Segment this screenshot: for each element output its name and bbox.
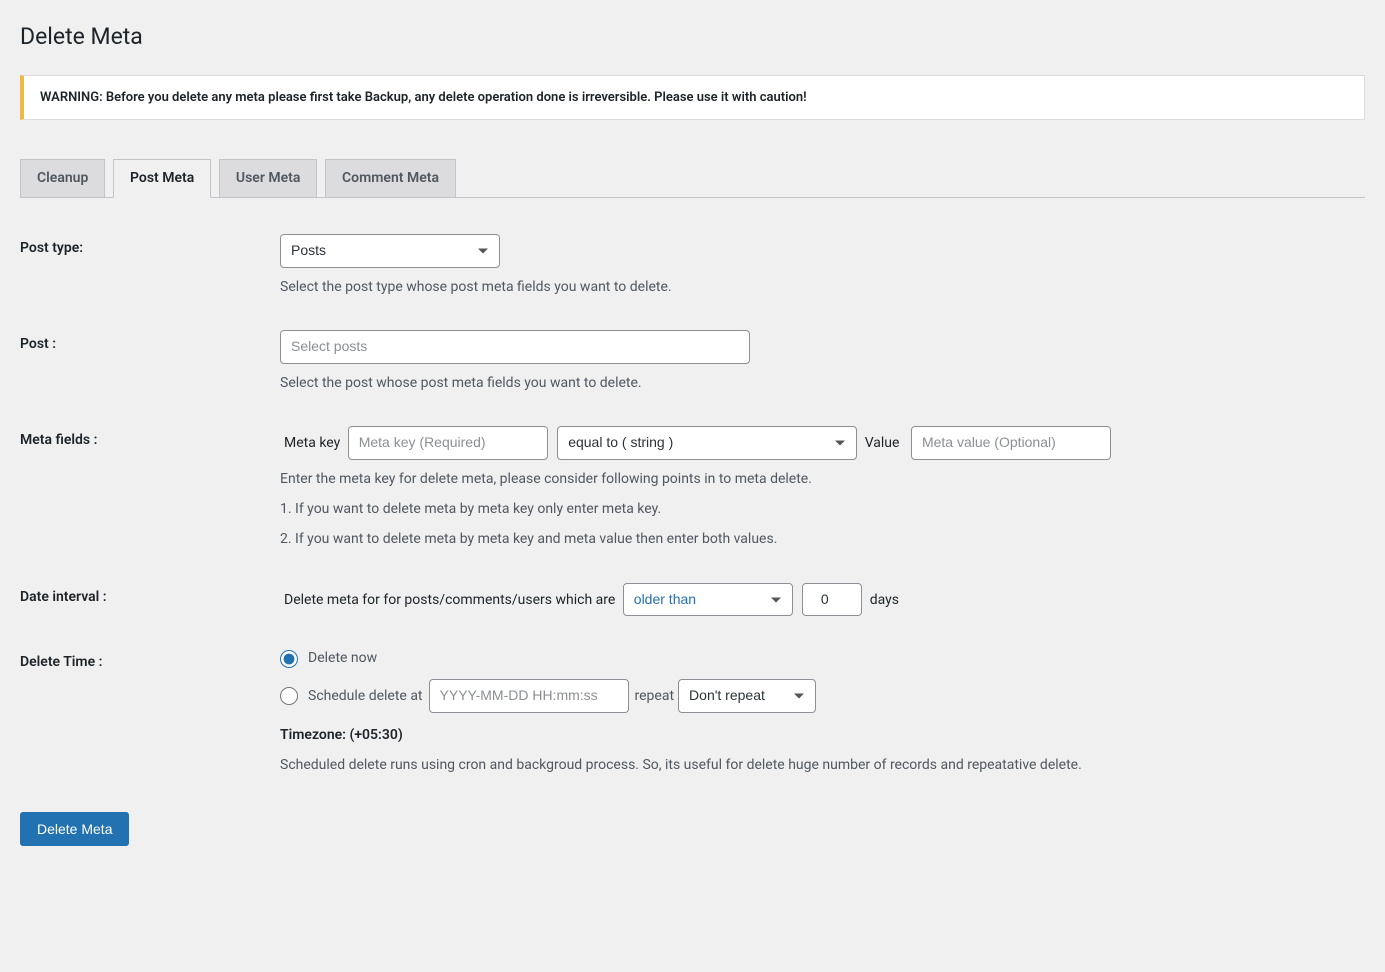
tab-post-meta[interactable]: Post Meta <box>113 159 211 198</box>
meta-fields-label: Meta fields : <box>20 410 270 567</box>
warning-text: WARNING: Before you delete any meta plea… <box>40 88 1348 108</box>
meta-fields-desc2: 1. If you want to delete meta by meta ke… <box>280 498 1355 520</box>
post-type-label: Post type: <box>20 218 270 314</box>
schedule-delete-radio[interactable] <box>280 687 298 705</box>
date-interval-label: Date interval : <box>20 567 270 633</box>
meta-fields-desc1: Enter the meta key for delete meta, plea… <box>280 468 1355 490</box>
repeat-select[interactable]: Don't repeat <box>678 679 816 713</box>
date-interval-select[interactable]: older than <box>623 583 793 617</box>
meta-key-label: Meta key <box>284 435 340 451</box>
meta-operator-select[interactable]: equal to ( string ) <box>557 426 857 460</box>
tab-comment-meta[interactable]: Comment Meta <box>325 159 456 197</box>
delete-time-label: Delete Time : <box>20 632 270 792</box>
tab-bar: Cleanup Post Meta User Meta Comment Meta <box>20 150 1365 198</box>
tab-user-meta[interactable]: User Meta <box>219 159 317 197</box>
post-label: Post : <box>20 314 270 410</box>
schedule-description: Scheduled delete runs using cron and bac… <box>280 754 1355 776</box>
days-input[interactable] <box>802 583 862 617</box>
post-type-description: Select the post type whose post meta fie… <box>280 276 1355 298</box>
meta-value-label: Value <box>865 435 900 451</box>
timezone-text: Timezone: (+05:30) <box>280 725 1355 746</box>
page-title: Delete Meta <box>20 20 1365 55</box>
delete-now-label: Delete now <box>308 648 377 669</box>
delete-now-radio[interactable] <box>280 650 298 668</box>
meta-value-input[interactable] <box>911 426 1111 460</box>
date-interval-text: Delete meta for for posts/comments/users… <box>284 592 615 608</box>
post-type-select[interactable]: Posts <box>280 234 500 268</box>
delete-meta-button[interactable]: Delete Meta <box>20 812 129 846</box>
tab-cleanup[interactable]: Cleanup <box>20 159 105 197</box>
warning-notice: WARNING: Before you delete any meta plea… <box>20 75 1365 121</box>
meta-key-input[interactable] <box>348 426 548 460</box>
meta-fields-desc3: 2. If you want to delete meta by meta ke… <box>280 528 1355 550</box>
repeat-label: repeat <box>635 686 675 707</box>
post-select-input[interactable] <box>280 330 750 364</box>
schedule-datetime-input[interactable] <box>429 679 629 713</box>
post-description: Select the post whose post meta fields y… <box>280 372 1355 394</box>
days-label: days <box>870 592 899 608</box>
schedule-delete-label: Schedule delete at <box>308 686 423 707</box>
